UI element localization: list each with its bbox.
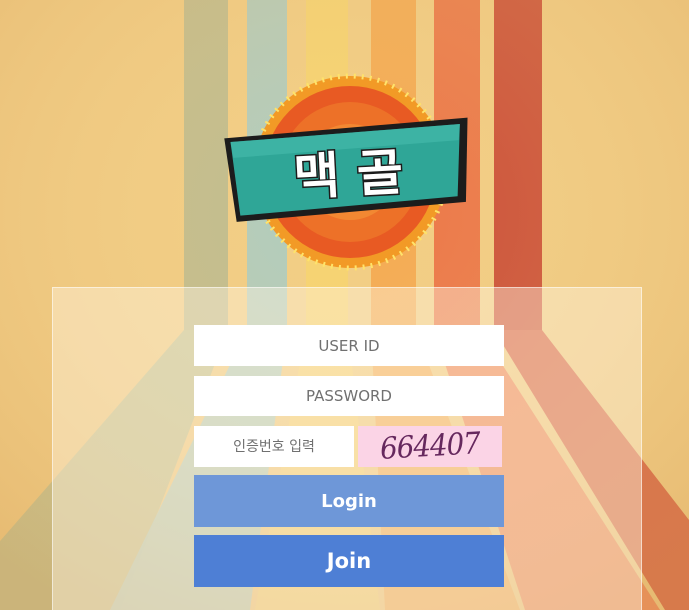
login-page: 맥 골 664407 Login Join <box>0 0 689 610</box>
password-input[interactable] <box>194 376 504 416</box>
login-button[interactable]: Login <box>194 475 504 527</box>
maekgol-logo: 맥 골 <box>224 73 468 271</box>
captcha-image: 664407 <box>358 426 502 467</box>
logo-text: 맥 골 <box>292 143 404 207</box>
user-id-input[interactable] <box>194 325 504 366</box>
join-button[interactable]: Join <box>194 535 504 587</box>
captcha-code: 664407 <box>379 426 481 467</box>
captcha-input[interactable] <box>194 426 354 467</box>
